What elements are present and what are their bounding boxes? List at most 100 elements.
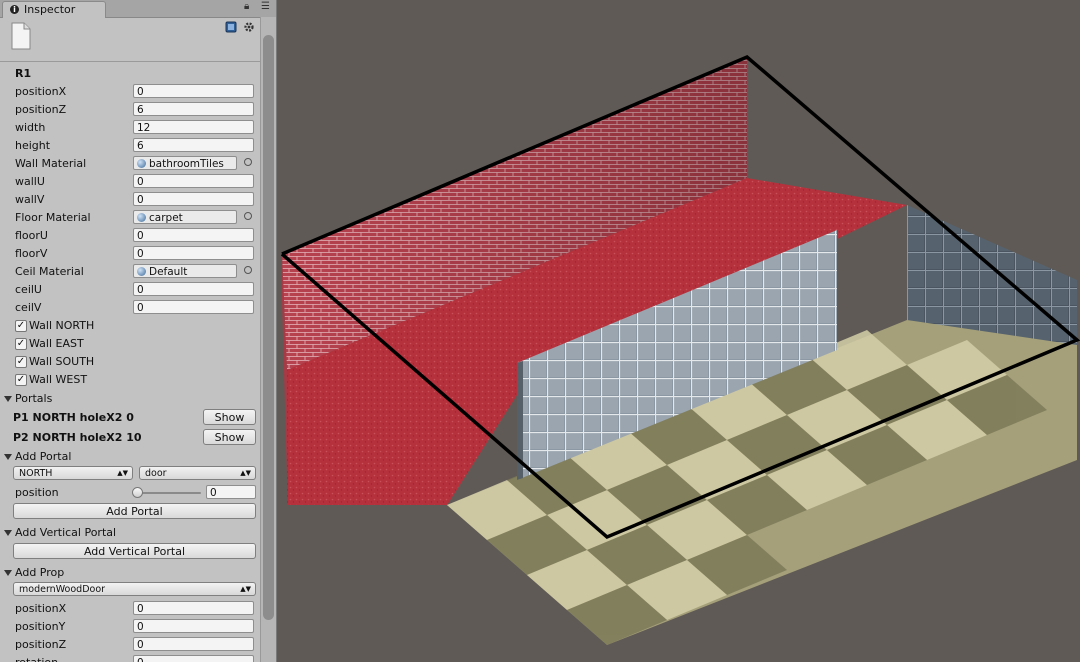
portal-position-slider-track[interactable] (135, 492, 201, 494)
foldout-arrow-icon (4, 454, 12, 460)
field-label: wallU (15, 175, 45, 188)
portal-position-slider-thumb[interactable] (132, 487, 143, 498)
portal-label: P1 NORTH holeX2 0 (13, 411, 134, 424)
prop-field-row: positionZ 0 (0, 636, 260, 654)
prop-value-input[interactable]: 0 (133, 619, 254, 633)
portal-item: P2 NORTH holeX2 10 Show (0, 429, 260, 447)
wall-checkbox[interactable]: ✓ (15, 374, 27, 386)
wall-toggle-row: ✓ Wall EAST (0, 335, 260, 353)
field-row: wallU 0 (0, 173, 260, 191)
prop-field-label: rotation (15, 656, 58, 662)
field-row: width 12 (0, 119, 260, 137)
scrollbar-thumb[interactable] (263, 35, 274, 620)
value-input[interactable]: 12 (133, 120, 254, 134)
portal-direction-value: NORTH (19, 468, 53, 479)
field-label: Wall Material (15, 157, 87, 170)
value-input[interactable]: 6 (133, 102, 254, 116)
book-icon[interactable] (225, 21, 237, 33)
wall-toggle-row: ✓ Wall NORTH (0, 317, 260, 335)
lock-icon[interactable]: 🔒︎ (244, 1, 249, 12)
wall-checkbox[interactable]: ✓ (15, 320, 27, 332)
tab-inspector-label: Inspector (24, 3, 76, 16)
add-vertical-portal-foldout[interactable]: Add Vertical Portal (0, 524, 260, 542)
field-row: Ceil Material Default (0, 263, 260, 281)
prop-value: modernWoodDoor (19, 584, 106, 595)
value-input[interactable]: 0 (133, 246, 254, 260)
prop-value-input[interactable]: 0 (133, 601, 254, 615)
prop-field-label: positionY (15, 620, 66, 633)
field-row: Wall Material bathroomTiles (0, 155, 260, 173)
wall-checkbox-label: Wall NORTH (29, 319, 95, 332)
value-input[interactable]: 0 (133, 282, 254, 296)
material-field[interactable]: Default (133, 264, 237, 278)
portal-label: P2 NORTH holeX2 10 (13, 431, 142, 444)
portal-position-input[interactable]: 0 (206, 485, 256, 499)
material-field[interactable]: bathroomTiles (133, 156, 237, 170)
prop-field-label: positionZ (15, 638, 67, 651)
add-portal-button[interactable]: Add Portal (13, 503, 256, 519)
inspector-scrollbar[interactable] (260, 17, 276, 662)
material-icon (137, 159, 146, 168)
value-input[interactable]: 0 (133, 192, 254, 206)
wall-toggle-row: ✓ Wall SOUTH (0, 353, 260, 371)
value-input[interactable]: 0 (133, 174, 254, 188)
value-input[interactable]: 0 (133, 84, 254, 98)
object-name: R1 (15, 67, 32, 80)
tab-inspector[interactable]: i Inspector (2, 1, 106, 18)
prop-value-input[interactable]: 0 (133, 655, 254, 662)
add-portal-foldout[interactable]: Add Portal (0, 448, 260, 466)
material-value: Default (149, 266, 188, 278)
field-row: Floor Material carpet (0, 209, 260, 227)
field-row: positionX 0 (0, 83, 260, 101)
prop-field-label: positionX (15, 602, 67, 615)
field-label: ceilU (15, 283, 42, 296)
gear-icon[interactable] (243, 21, 255, 33)
prop-field-row: rotation 0 (0, 654, 260, 662)
field-row: floorU 0 (0, 227, 260, 245)
portals-label: Portals (15, 392, 53, 405)
foldout-arrow-icon (4, 530, 12, 536)
wall-checkbox[interactable]: ✓ (15, 356, 27, 368)
material-icon (137, 267, 146, 276)
portal-direction-select[interactable]: NORTH ▲▼ (13, 466, 133, 480)
show-portal-button[interactable]: Show (203, 409, 256, 425)
field-label: Floor Material (15, 211, 91, 224)
field-label: positionX (15, 85, 67, 98)
portal-position-row: position 0 (0, 484, 260, 502)
field-row: floorV 0 (0, 245, 260, 263)
scene-view[interactable] (277, 0, 1080, 662)
portals-foldout[interactable]: Portals (0, 390, 260, 408)
object-picker-icon[interactable] (244, 212, 252, 220)
add-vertical-portal-button[interactable]: Add Vertical Portal (13, 543, 256, 559)
object-picker-icon[interactable] (244, 158, 252, 166)
field-label: height (15, 139, 51, 152)
add-prop-foldout[interactable]: Add Prop (0, 564, 260, 582)
portal-type-select[interactable]: door ▲▼ (139, 466, 256, 480)
wall-checkbox-label: Wall SOUTH (29, 355, 95, 368)
prop-value-input[interactable]: 0 (133, 637, 254, 651)
portal-type-value: door (145, 468, 167, 479)
material-value: bathroomTiles (149, 158, 224, 170)
add-portal-label: Add Portal (15, 450, 72, 463)
prop-select[interactable]: modernWoodDoor ▲▼ (13, 582, 256, 596)
material-icon (137, 213, 146, 222)
material-field[interactable]: carpet (133, 210, 237, 224)
value-input[interactable]: 0 (133, 228, 254, 242)
value-input[interactable]: 0 (133, 300, 254, 314)
prop-field-row: positionY 0 (0, 618, 260, 636)
field-row: positionZ 6 (0, 101, 260, 119)
chevron-updown-icon: ▲▼ (240, 585, 251, 593)
menu-icon[interactable]: ☰ (261, 1, 270, 12)
value-input[interactable]: 6 (133, 138, 254, 152)
show-portal-button[interactable]: Show (203, 429, 256, 445)
field-row: ceilV 0 (0, 299, 260, 317)
foldout-arrow-icon (4, 570, 12, 576)
field-label: Ceil Material (15, 265, 84, 278)
add-prop-label: Add Prop (15, 566, 65, 579)
tab-bar: i Inspector 🔒︎ ☰ (0, 0, 276, 18)
object-picker-icon[interactable] (244, 266, 252, 274)
prop-field-row: positionX 0 (0, 600, 260, 618)
field-label: wallV (15, 193, 45, 206)
field-label: width (15, 121, 46, 134)
wall-checkbox[interactable]: ✓ (15, 338, 27, 350)
